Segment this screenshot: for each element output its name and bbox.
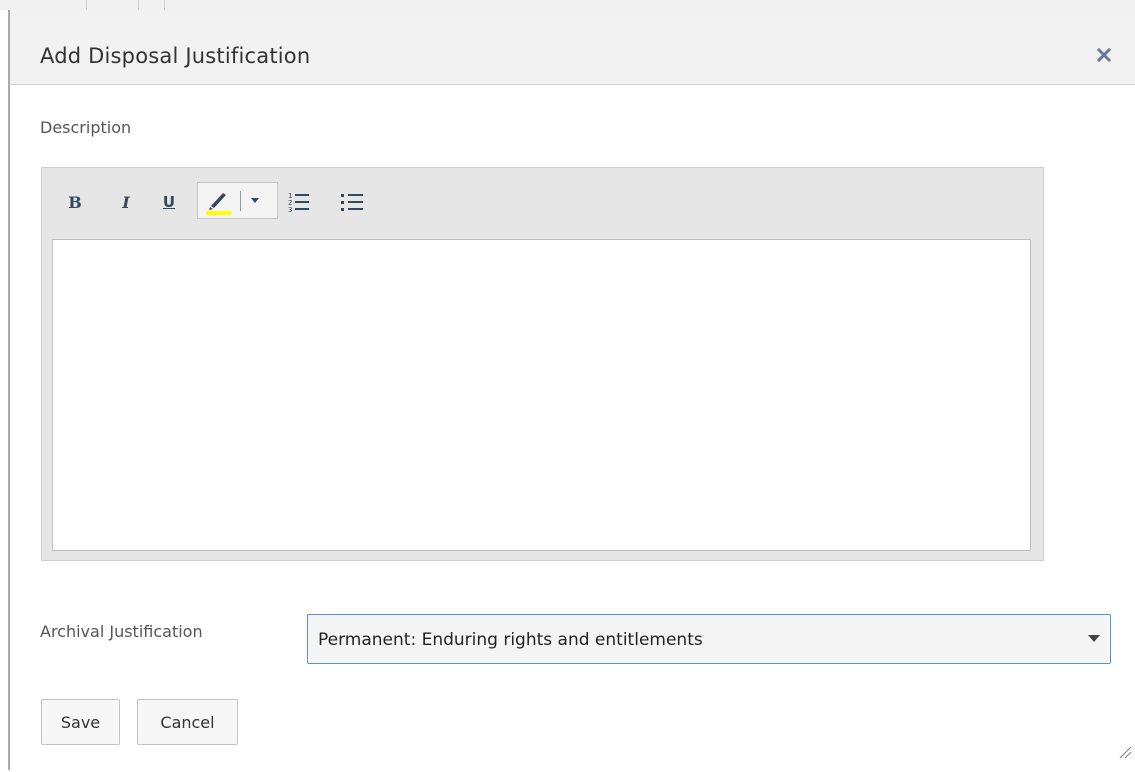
background-divider (164, 0, 165, 10)
underline-button[interactable]: U (160, 189, 178, 215)
description-label: Description (40, 118, 132, 137)
archival-justification-label: Archival Justification (40, 622, 203, 641)
svg-text:3: 3 (288, 206, 292, 214)
save-button[interactable]: Save (41, 699, 120, 745)
background-divider (138, 0, 139, 10)
bold-button[interactable]: B (66, 189, 84, 215)
resize-handle-icon[interactable] (1118, 744, 1132, 759)
cancel-button[interactable]: Cancel (137, 699, 238, 745)
highlight-button[interactable] (198, 183, 238, 218)
dialog-title: Add Disposal Justification (40, 44, 311, 68)
background-divider (86, 0, 87, 10)
italic-button[interactable]: I (117, 189, 135, 215)
add-disposal-justification-dialog: Add Disposal Justification Description B… (8, 10, 1135, 770)
rich-text-editor: B I U 1 2 3 (41, 167, 1044, 561)
ordered-list-icon: 1 2 3 (288, 192, 309, 214)
highlighter-icon (206, 193, 231, 215)
split-separator (240, 191, 241, 211)
archival-justification-selected-value: Permanent: Enduring rights and entitleme… (318, 630, 703, 650)
ordered-list-button[interactable]: 1 2 3 (288, 188, 310, 218)
editor-toolbar: B I U 1 2 3 (42, 168, 1043, 238)
background-page-strip (0, 0, 1135, 10)
unordered-list-button[interactable] (340, 188, 364, 218)
chevron-down-icon (1088, 635, 1100, 642)
highlight-color-dropdown[interactable] (244, 183, 276, 218)
archival-justification-select[interactable]: Permanent: Enduring rights and entitleme… (307, 614, 1111, 664)
dialog-title-bar: Add Disposal Justification (10, 10, 1135, 85)
description-editor-content[interactable] (52, 239, 1031, 551)
caret-down-icon (251, 198, 259, 203)
unordered-list-icon (341, 194, 363, 211)
close-icon[interactable] (1095, 44, 1115, 64)
highlight-color-split-button (197, 182, 278, 219)
